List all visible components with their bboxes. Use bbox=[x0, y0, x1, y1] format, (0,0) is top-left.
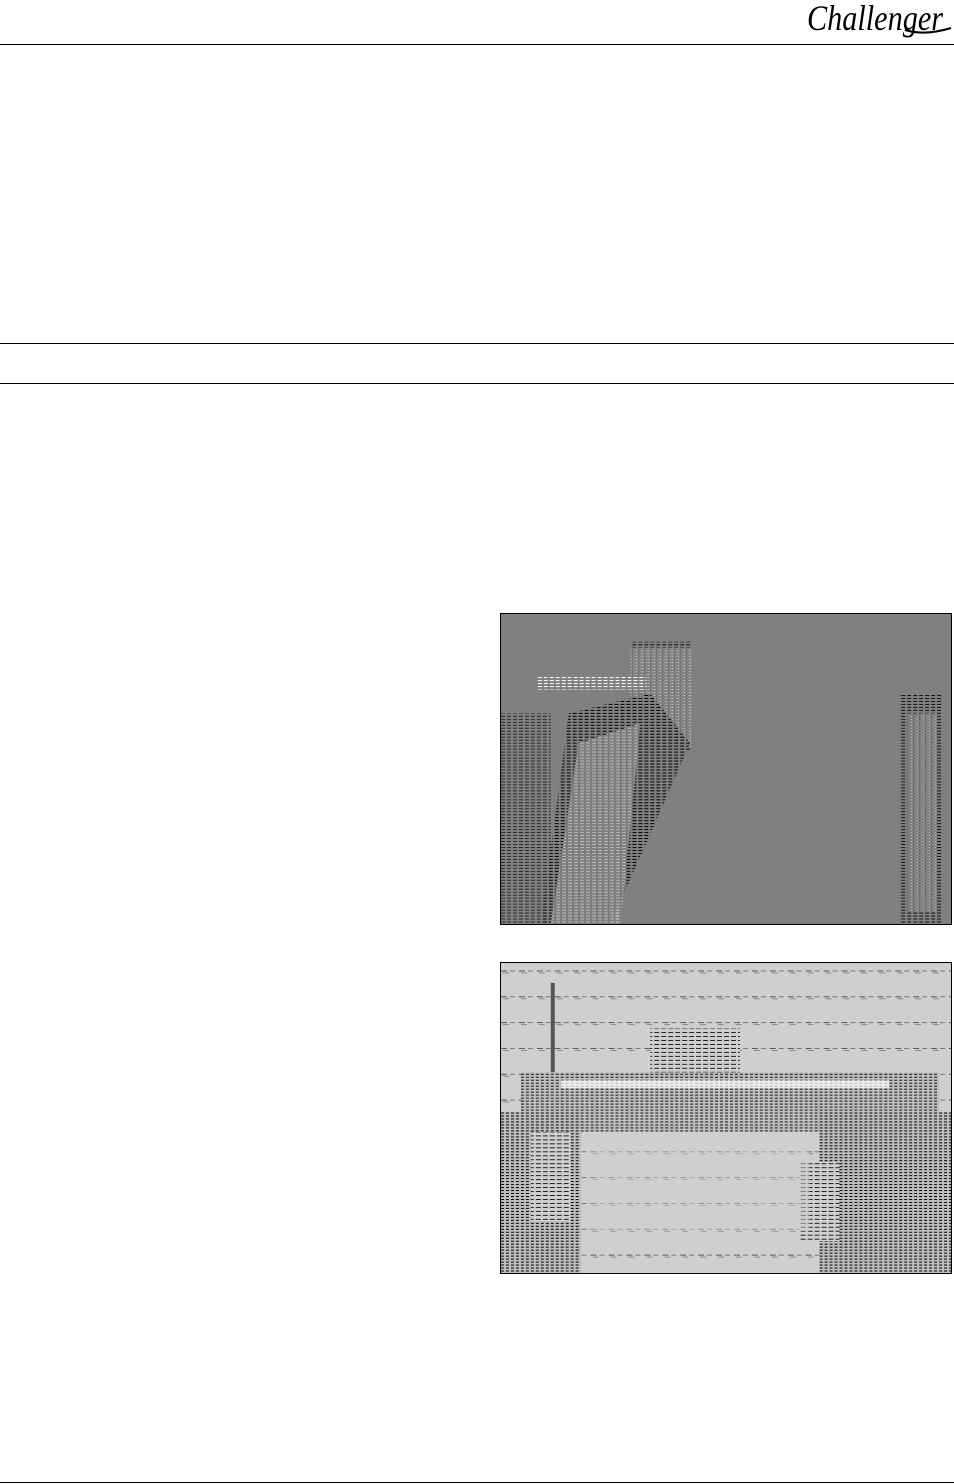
brand-logo: Challenger bbox=[805, 0, 954, 40]
footer-rule bbox=[0, 1482, 954, 1483]
section-rule-lower bbox=[0, 383, 954, 384]
header-rule bbox=[0, 44, 954, 45]
photo-machine-rear bbox=[500, 962, 952, 1274]
photo-machine-side bbox=[500, 613, 952, 925]
section-rule-upper bbox=[0, 343, 954, 344]
